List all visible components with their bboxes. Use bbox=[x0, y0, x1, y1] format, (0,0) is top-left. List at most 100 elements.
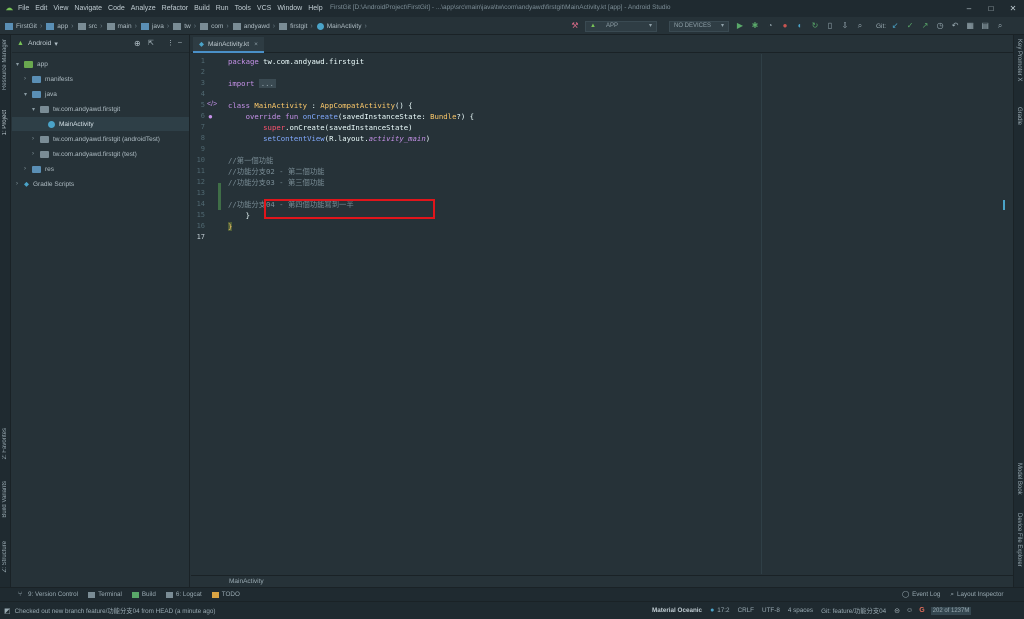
avd-manager-icon[interactable]: ▯ bbox=[825, 21, 835, 31]
breadcrumb-mainactivity[interactable]: MainActivity bbox=[316, 22, 361, 30]
menu-tools[interactable]: Tools bbox=[235, 5, 251, 12]
chevron-right-icon[interactable]: › bbox=[24, 166, 32, 172]
stop-icon[interactable]: ● bbox=[780, 21, 790, 31]
footer-breadcrumb[interactable]: MainActivity bbox=[229, 578, 264, 585]
chevron-down-icon[interactable]: ▾ bbox=[24, 91, 32, 98]
gradle-tool-tab[interactable]: Gradle bbox=[1016, 107, 1022, 125]
git-push-icon[interactable]: ↗ bbox=[920, 21, 930, 31]
menu-window[interactable]: Window bbox=[277, 5, 302, 12]
terminal-tool-button[interactable]: Terminal bbox=[88, 591, 122, 598]
chevron-right-icon[interactable]: › bbox=[32, 151, 40, 157]
event-log-tool-button[interactable]: ◯ Event Log bbox=[902, 591, 940, 598]
line-separator[interactable]: CRLF bbox=[738, 607, 754, 614]
breadcrumb-main[interactable]: main bbox=[106, 22, 132, 30]
project-tool-tab[interactable]: 1: Project bbox=[2, 110, 8, 135]
tree-item-package[interactable]: ▾ tw.com.andyawd.firstgit bbox=[32, 102, 120, 116]
tree-item-mainactivity[interactable]: MainActivity bbox=[12, 117, 189, 131]
tree-item-app[interactable]: ▾ app bbox=[16, 57, 48, 71]
folded-imports[interactable]: ... bbox=[258, 79, 276, 88]
breadcrumb-com[interactable]: com bbox=[200, 22, 223, 30]
theme-indicator[interactable]: Material Oceanic bbox=[652, 607, 702, 614]
maximize-button[interactable]: □ bbox=[980, 0, 1002, 17]
layout-icon[interactable]: ▤ bbox=[980, 21, 990, 31]
layout-inspector-tool-button[interactable]: ⌕ Layout Inspector bbox=[950, 591, 1003, 599]
key-promoter-tab[interactable]: Key Promoter X bbox=[1016, 39, 1022, 81]
tree-item-java[interactable]: ▾ java bbox=[24, 87, 57, 101]
chevron-right-icon[interactable]: › bbox=[32, 136, 40, 142]
git-commit-icon[interactable]: ✓ bbox=[905, 21, 915, 31]
structure-tool-tab[interactable]: Z: Structure bbox=[2, 541, 8, 572]
status-message[interactable]: Checked out new branch feature/功能分支04 fr… bbox=[15, 606, 216, 615]
close-tab-icon[interactable]: × bbox=[254, 41, 258, 48]
tab-mainactivity[interactable]: ◆ MainActivity.kt × bbox=[193, 37, 264, 53]
chevron-down-icon[interactable]: ▾ bbox=[54, 40, 58, 48]
menu-code[interactable]: Code bbox=[108, 5, 125, 12]
menu-edit[interactable]: Edit bbox=[35, 5, 47, 12]
override-marker-icon[interactable]: ● bbox=[208, 112, 213, 121]
breadcrumb-andyawd[interactable]: andyawd bbox=[232, 22, 270, 30]
run-config-dropdown[interactable]: ▲ APP ▾ bbox=[585, 20, 657, 32]
project-view-selector[interactable]: Android bbox=[28, 40, 51, 47]
menu-view[interactable]: View bbox=[53, 5, 68, 12]
model-book-tab[interactable]: Model Book bbox=[1016, 463, 1022, 495]
favorites-tool-tab[interactable]: 2: Favorites bbox=[2, 428, 8, 459]
implemented-class-icon[interactable]: </> bbox=[207, 101, 217, 108]
close-window-button[interactable]: ✕ bbox=[1002, 0, 1024, 17]
breadcrumb-java[interactable]: java bbox=[140, 22, 164, 30]
git-history-icon[interactable]: ◷ bbox=[935, 21, 945, 31]
resource-manager-tab[interactable]: Resource Manager bbox=[2, 39, 8, 90]
chevron-right-icon[interactable]: › bbox=[16, 181, 24, 187]
todo-tool-button[interactable]: TODO bbox=[211, 591, 240, 598]
vcs-change-marker[interactable] bbox=[218, 183, 221, 210]
chevron-down-icon[interactable]: ▾ bbox=[16, 61, 24, 68]
build-variants-tool-tab[interactable]: Build Variants bbox=[2, 481, 8, 518]
code-editor[interactable]: package tw.com.andyawd.firstgit import .… bbox=[226, 54, 1013, 574]
breadcrumb-project[interactable]: FirstGit bbox=[5, 22, 37, 30]
build-tool-button[interactable]: Build bbox=[131, 591, 156, 598]
tree-item-gradle-scripts[interactable]: › ◆ Gradle Scripts bbox=[16, 177, 74, 191]
more-options-icon[interactable]: ⋮ bbox=[167, 39, 174, 47]
attach-debugger-icon[interactable]: ◐ bbox=[795, 21, 805, 31]
version-control-tool-button[interactable]: ⑂ 9: Version Control bbox=[18, 591, 78, 599]
tree-item-manifests[interactable]: › manifests bbox=[24, 72, 73, 86]
collapse-icon[interactable]: ⇱ bbox=[148, 39, 154, 47]
file-encoding[interactable]: UTF-8 bbox=[762, 607, 780, 614]
inspection-icon[interactable]: ☺ bbox=[906, 607, 913, 614]
lock-icon[interactable]: ⊝ bbox=[894, 607, 900, 615]
tree-item-res[interactable]: › res bbox=[24, 162, 54, 176]
target-icon[interactable]: ⊕ bbox=[134, 39, 141, 48]
menu-refactor[interactable]: Refactor bbox=[162, 5, 188, 12]
chevron-right-icon[interactable]: › bbox=[24, 76, 32, 82]
run-icon[interactable]: ▶ bbox=[735, 21, 745, 31]
menu-file[interactable]: File bbox=[18, 5, 29, 12]
profile-icon[interactable]: ◔ bbox=[765, 21, 775, 31]
menu-vcs[interactable]: VCS bbox=[257, 5, 271, 12]
device-file-explorer-tab[interactable]: Device File Explorer bbox=[1016, 513, 1022, 567]
git-rollback-icon[interactable]: ↶ bbox=[950, 21, 960, 31]
device-dropdown[interactable]: NO DEVICES ▾ bbox=[669, 20, 729, 32]
chevron-down-icon[interactable]: ▾ bbox=[32, 106, 40, 113]
git-branch[interactable]: Git: feature/功能分支04 bbox=[821, 606, 886, 615]
sync-icon[interactable]: ↻ bbox=[810, 21, 820, 31]
cursor-position[interactable]: 17:2 bbox=[717, 607, 729, 614]
minimize-button[interactable]: – bbox=[958, 0, 980, 17]
sdk-manager-icon[interactable]: ⇩ bbox=[840, 21, 850, 31]
menu-analyze[interactable]: Analyze bbox=[131, 5, 156, 12]
menu-navigate[interactable]: Navigate bbox=[74, 5, 102, 12]
git-update-icon[interactable]: ↙ bbox=[890, 21, 900, 31]
indent-setting[interactable]: 4 spaces bbox=[788, 607, 813, 614]
google-icon[interactable]: G bbox=[919, 607, 924, 614]
memory-indicator[interactable]: 202 of 1237M bbox=[930, 606, 972, 615]
tree-item-package-androidtest[interactable]: › tw.com.andyawd.firstgit (androidTest) bbox=[32, 132, 160, 146]
tree-item-package-test[interactable]: › tw.com.andyawd.firstgit (test) bbox=[32, 147, 137, 161]
menu-run[interactable]: Run bbox=[216, 5, 229, 12]
breadcrumb-src[interactable]: src bbox=[77, 22, 97, 30]
hide-panel-icon[interactable]: – bbox=[178, 39, 182, 46]
breadcrumb-firstgit[interactable]: firstgit bbox=[279, 22, 307, 30]
menu-help[interactable]: Help bbox=[308, 5, 322, 12]
search-everywhere-icon[interactable]: ⌕ bbox=[855, 21, 865, 31]
structure-icon[interactable]: ▦ bbox=[965, 21, 975, 31]
debug-icon[interactable]: ✱ bbox=[750, 21, 760, 31]
breadcrumb-tw[interactable]: tw bbox=[173, 22, 191, 30]
menu-build[interactable]: Build bbox=[194, 5, 210, 12]
